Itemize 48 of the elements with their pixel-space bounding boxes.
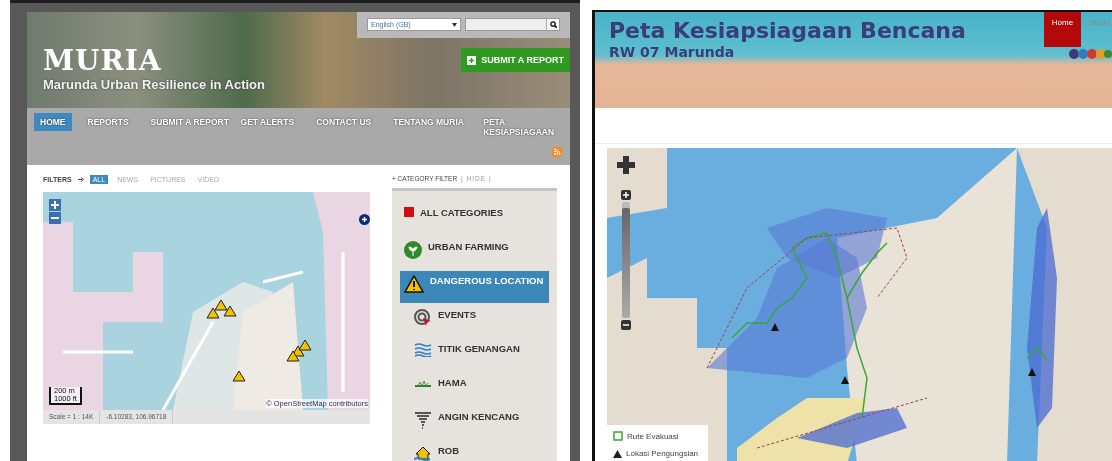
zoom-out-button[interactable] [49, 212, 61, 224]
category-item[interactable]: DANGEROUS LOCATION [400, 271, 549, 303]
tornado-icon [414, 411, 432, 429]
logo-icon [1068, 46, 1112, 60]
caret-icon [452, 22, 457, 27]
category-item[interactable]: EVENTS [400, 305, 549, 337]
zoom-out-button[interactable] [621, 320, 631, 330]
site-tagline: Marunda Urban Resilience in Action [43, 77, 265, 92]
nav-tab[interactable]: Home [1043, 12, 1082, 47]
waves-icon [414, 343, 432, 357]
triangle-icon [613, 449, 622, 458]
search-icon [549, 21, 557, 28]
warning-icon [404, 275, 424, 293]
search-button[interactable] [546, 19, 559, 30]
nav-tab[interactable]: HOME [34, 113, 72, 131]
minus-icon [51, 214, 59, 222]
legend-label: Lokasi Pengungsian [626, 449, 699, 458]
search-field[interactable] [465, 18, 560, 31]
target-icon [414, 309, 432, 327]
category-item[interactable]: ROB [400, 441, 549, 461]
category-item[interactable]: URBAN FARMING [400, 237, 549, 269]
route-square-icon [613, 431, 623, 441]
page-title: Peta Kesiapsiagaan Bencana [609, 18, 966, 44]
nav-tab[interactable]: TENTANG MURIA [387, 113, 468, 131]
page-subtitle: RW 07 Marunda [609, 44, 735, 60]
category-item[interactable]: TITIK GENANGAN [400, 339, 549, 371]
legend-label: Rute Evakuasi [627, 431, 679, 441]
plus-icon [51, 201, 59, 209]
minus-icon [623, 322, 629, 328]
nav-tab[interactable]: PETA KESIAPSIAGAAN [477, 113, 558, 141]
pan-control-icon[interactable] [617, 156, 635, 174]
category-item[interactable]: ANGIN KENCANG [400, 407, 549, 439]
square-icon [404, 207, 414, 217]
flooded-house-icon [414, 445, 432, 461]
submit-report-button[interactable]: SUBMIT A REPORT [461, 48, 570, 72]
arrow-icon [77, 177, 84, 182]
category-item[interactable]: HAMA [400, 373, 549, 405]
nav-tab[interactable]: REPORTS [81, 113, 135, 131]
layer-switcher-icon[interactable] [359, 214, 370, 225]
zoom-in-button[interactable] [621, 190, 631, 200]
nav-tab[interactable]: CONTACT US [310, 113, 378, 131]
plus-icon [467, 55, 477, 65]
site-title: MURIA [43, 44, 163, 77]
plant-icon [404, 241, 422, 259]
zoom-in-button[interactable] [49, 199, 61, 211]
category-item[interactable]: ALL CATEGORIES [400, 203, 549, 235]
plus-icon [623, 192, 629, 198]
nav-tab[interactable]: GET ALERTS [234, 113, 301, 131]
